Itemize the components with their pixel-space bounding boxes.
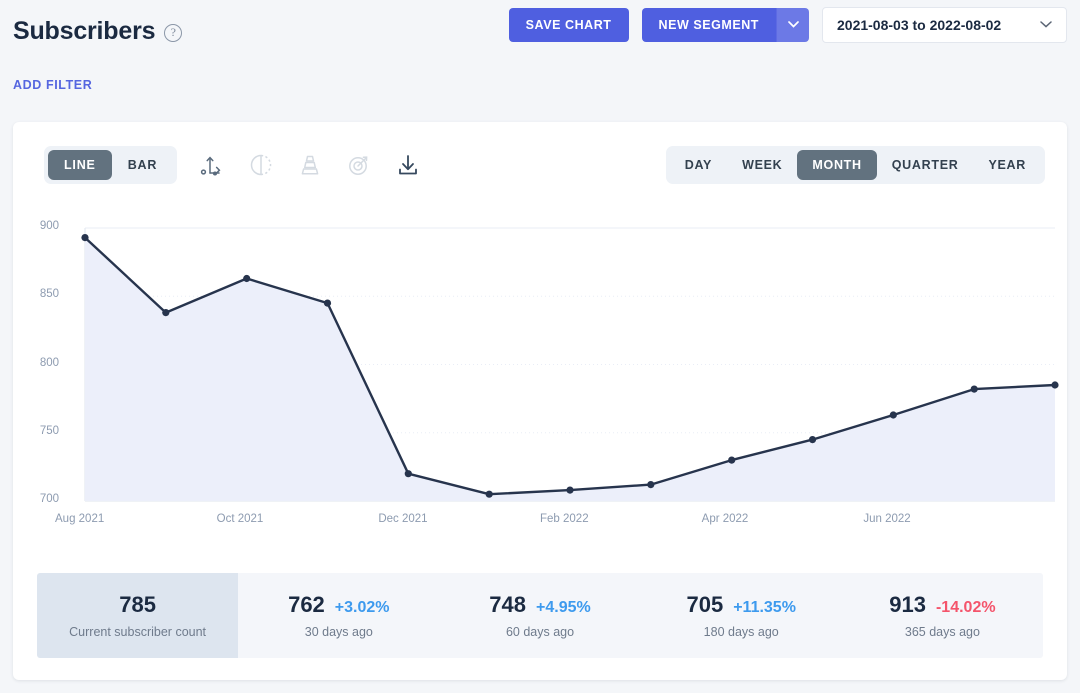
period-toggle-group: DAY WEEK MONTH QUARTER YEAR [665,146,1045,184]
chart-type-line-button[interactable]: LINE [48,150,112,180]
stat-label: 30 days ago [304,625,373,639]
funnel-icon[interactable] [295,150,325,180]
chart-data-point[interactable] [970,385,978,393]
period-year-button[interactable]: YEAR [973,150,1041,180]
chart-card: LINE BAR DAY WEEK MONTH QUARTER YEAR 900… [13,122,1067,680]
chart-tool-icons [197,148,423,182]
period-day-button[interactable]: DAY [670,150,727,180]
stat-value: 762 [288,592,325,617]
chart-data-point[interactable] [1051,381,1059,389]
stat-delta: +3.02% [334,599,390,616]
y-axis-tick-label: 800 [39,356,59,369]
date-range-value: 2021-08-03 to 2022-08-02 [837,17,1002,33]
period-month-button[interactable]: MONTH [797,150,877,180]
chart-data-point[interactable] [485,490,493,498]
question-mark-circle-icon[interactable]: ? [164,23,183,42]
pie-chart-icon[interactable] [246,150,276,180]
chart-type-bar-button[interactable]: BAR [112,150,173,180]
new-segment-split-button: NEW SEGMENT [641,8,809,42]
chart-data-point[interactable] [162,309,170,317]
x-axis-tick-label: Aug 2021 [55,513,105,525]
goal-target-icon[interactable] [344,150,374,180]
period-quarter-button[interactable]: QUARTER [877,150,974,180]
stat-delta: +11.35% [733,599,796,616]
chart-data-point[interactable] [566,486,574,494]
stat-label: 180 days ago [703,625,779,639]
chevron-down-icon [1040,19,1052,31]
stat-value: 913 [889,592,926,617]
stat-label: 60 days ago [505,625,575,639]
chart-data-point[interactable] [728,456,736,464]
chart-data-point[interactable] [81,234,89,242]
new-segment-button[interactable]: NEW SEGMENT [641,8,776,42]
stat-delta: +4.95% [536,599,591,616]
subscribers-analytics-page: Subscribers ? SAVE CHART NEW SEGMENT 202… [0,0,1080,693]
x-axis-tick-label: Oct 2021 [216,513,264,525]
x-axis-tick-label: Jun 2022 [863,513,911,525]
chevron-down-icon [787,19,799,31]
page-header: Subscribers ? SAVE CHART NEW SEGMENT 202… [0,0,1080,62]
stat-value-row: 913 -14.02% [889,592,995,618]
x-axis-labels: Aug 2021 Oct 2021 Dec 2021 Feb 2022 Apr 2022… [13,513,1067,533]
chart-data-point[interactable] [647,481,655,489]
stat-delta: -14.02% [935,599,996,616]
chart-type-toggle-group: LINE BAR [44,146,178,184]
save-chart-button[interactable]: SAVE CHART [508,8,629,42]
chart-area-fill [85,237,1055,501]
new-segment-dropdown-button[interactable] [776,8,809,42]
stats-summary-row: 785 Current subscriber count 762 +3.02% 30 d… [37,573,1043,658]
x-axis-tick-label: Feb 2022 [540,513,589,525]
y-axis-tick-label: 850 [39,288,59,301]
stat-value: 785 [119,592,156,617]
line-chart: 900 850 800 750 700 Aug 2021 Oct 2021 Dec 2021… [13,214,1067,544]
scatter-axis-icon[interactable] [197,150,227,180]
stat-value-row: 705 +11.35% [686,592,795,618]
title-group: Subscribers ? [13,16,183,46]
stat-card: 705 +11.35% 180 days ago [640,573,842,658]
chart-data-point[interactable] [889,411,897,419]
y-axis-tick-label: 750 [39,424,59,437]
download-icon[interactable] [393,150,423,180]
stat-label: 365 days ago [904,625,980,639]
chart-data-point[interactable] [404,470,412,478]
period-week-button[interactable]: WEEK [727,150,797,180]
chart-data-point[interactable] [243,274,251,283]
add-filter-button[interactable]: ADD FILTER [13,78,92,92]
stat-value-row: 785 [119,592,156,618]
date-range-select[interactable]: 2021-08-03 to 2022-08-02 [822,7,1067,43]
stat-value: 705 [686,592,724,617]
chart-toolbar: LINE BAR DAY WEEK MONTH QUARTER YEAR [13,146,1067,190]
y-axis-tick-label: 900 [39,220,59,232]
stat-card: 785 Current subscriber count [37,573,239,658]
y-axis-tick-label: 700 [39,493,59,505]
stat-label: Current subscriber count [69,625,207,639]
stat-value-row: 762 +3.02% [288,592,389,618]
stat-value-row: 748 +4.95% [489,592,590,618]
header-actions: SAVE CHART NEW SEGMENT 2021-08-03 to 202… [508,7,1067,43]
x-axis-tick-label: Apr 2022 [701,513,749,525]
chart-data-point[interactable] [323,299,332,307]
chart-data-point[interactable] [808,436,817,444]
chart-canvas [81,227,1059,502]
x-axis-tick-label: Dec 2021 [378,513,428,525]
stat-card: 913 -14.02% 365 days ago [841,573,1043,658]
stat-card: 762 +3.02% 30 days ago [238,573,440,658]
page-title: Subscribers [13,16,156,45]
stat-card: 748 +4.95% 60 days ago [439,573,641,658]
stat-value: 748 [489,592,526,617]
